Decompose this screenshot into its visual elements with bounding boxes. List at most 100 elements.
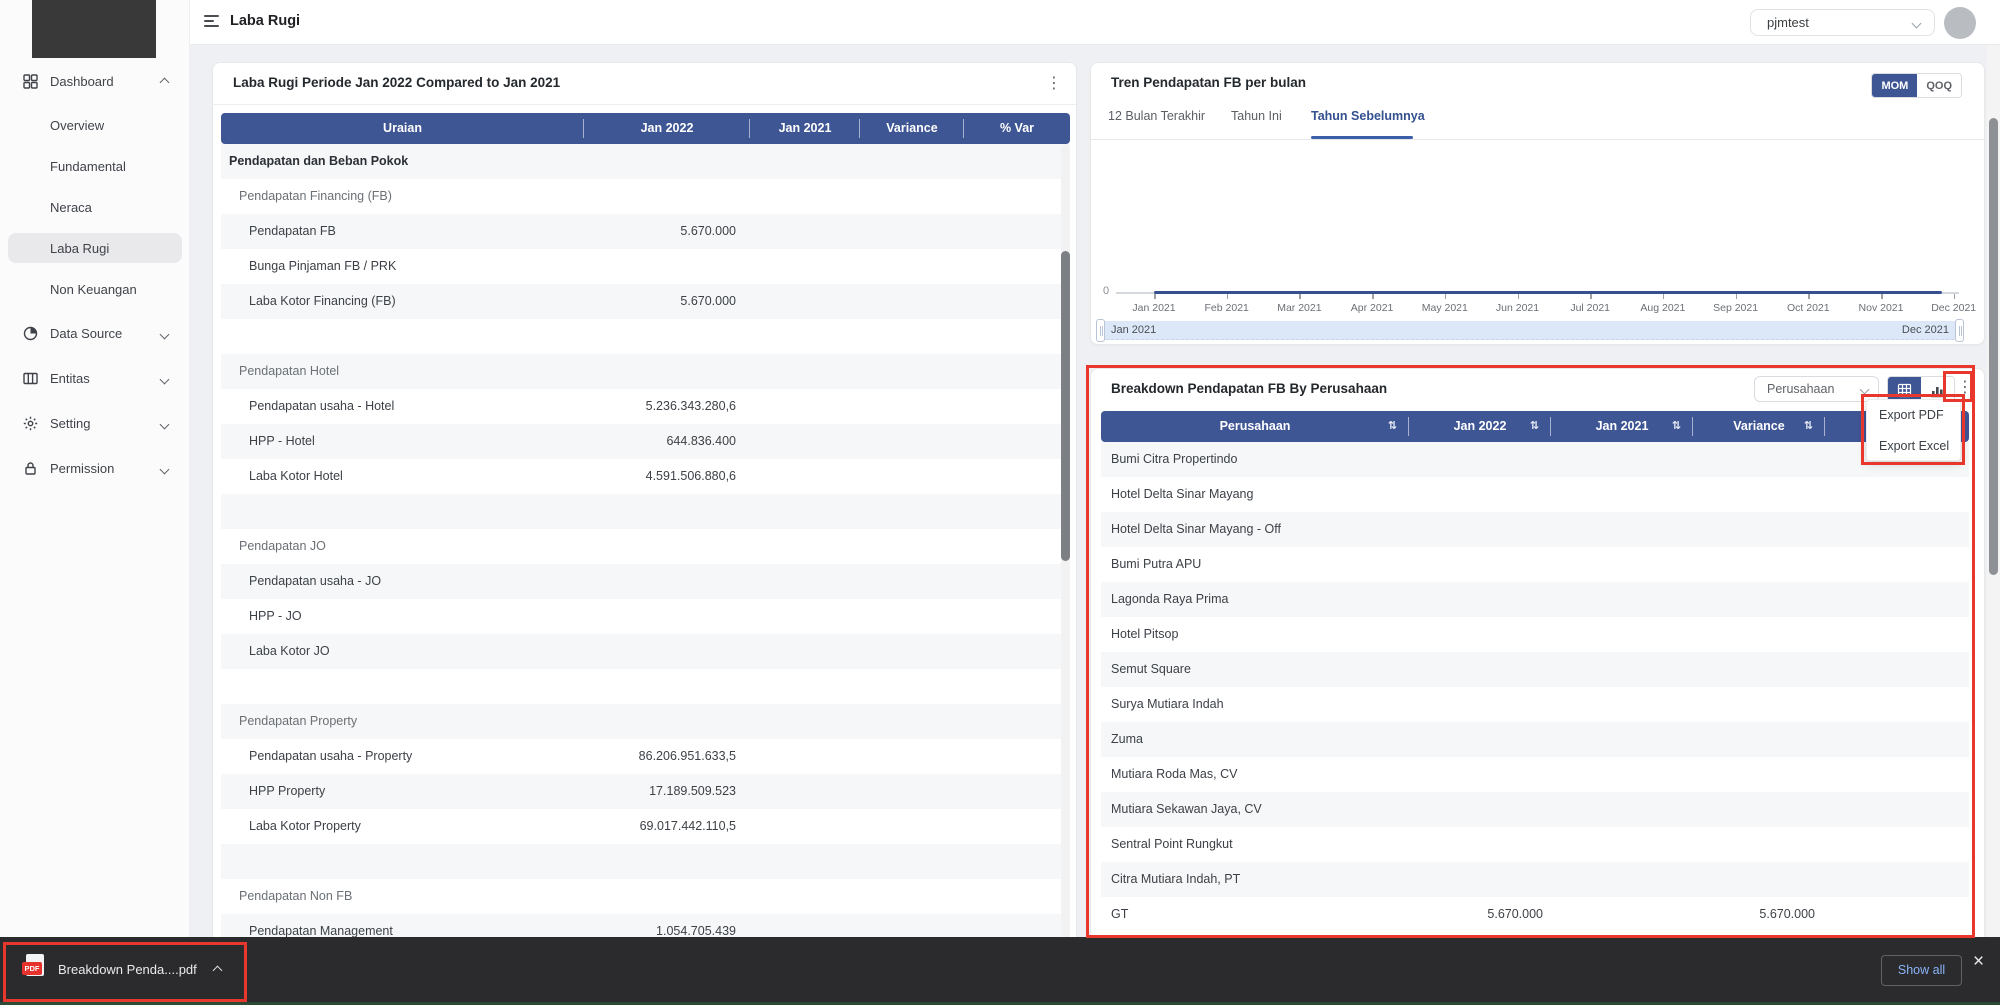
bar-chart-icon [1930, 383, 1945, 398]
column-header-uraian: Uraian [221, 113, 584, 144]
gear-icon [22, 415, 39, 432]
export-excel-item[interactable]: Export Excel [1867, 431, 1962, 462]
chevron-down-icon [1860, 385, 1870, 395]
chevron-up-icon[interactable] [213, 966, 223, 976]
sort-icon[interactable]: ⇅ [1804, 411, 1813, 442]
breakdown-row: Bumi Citra Propertindo [1101, 442, 1969, 477]
axis-tick [1154, 294, 1156, 299]
sort-icon[interactable]: ⇅ [1672, 411, 1681, 442]
sort-icon[interactable]: ⇅ [1530, 411, 1539, 442]
sidebar-item-data-source[interactable]: Data Source [8, 320, 182, 348]
x-axis-label: May 2021 [1410, 302, 1480, 314]
table-scrollbar-thumb[interactable] [1061, 251, 1070, 561]
company-name: Surya Mutiara Indah [1111, 697, 1224, 711]
breakdown-row: Lagonda Raya Prima [1101, 582, 1969, 617]
close-icon[interactable]: × [1973, 951, 1984, 973]
breakdown-kebab-icon[interactable]: ⋮ [1957, 380, 1973, 396]
breakdown-row: Sentral Point Rungkut [1101, 827, 1969, 862]
sidebar-item-setting[interactable]: Setting [8, 410, 182, 438]
sidebar-item-neraca[interactable]: Neraca [8, 192, 182, 222]
column-header-jan-2022[interactable]: Jan 2022 ⇅ [1409, 411, 1551, 442]
chevron-down-icon [1912, 19, 1922, 29]
sidebar-item-permission[interactable]: Permission [8, 455, 182, 483]
x-axis-label: Oct 2021 [1773, 302, 1843, 314]
table-row-empty [221, 494, 1070, 529]
sidebar-item-dashboard[interactable]: Dashboard [8, 68, 182, 96]
x-axis-label: Aug 2021 [1628, 302, 1698, 314]
row-label: Laba Kotor Property [249, 819, 361, 833]
show-all-button[interactable]: Show all [1881, 955, 1962, 986]
tab-12-bulan-terakhir[interactable]: 12 Bulan Terakhir [1108, 109, 1205, 123]
column-header-variance[interactable]: Variance⇅ [1693, 411, 1825, 442]
jan-2022-value: 17.189.509.523 [584, 784, 750, 798]
table-row: Laba Kotor Hotel4.591.506.880,6 [221, 459, 1070, 494]
kebab-menu-icon[interactable]: ⋮ [1046, 76, 1062, 92]
row-label: Pendapatan Property [239, 714, 357, 728]
table-row: Pendapatan JO [221, 529, 1070, 564]
table-row: HPP Property17.189.509.523 [221, 774, 1070, 809]
tab-tahun-sebelumnya[interactable]: Tahun Sebelumnya [1311, 109, 1425, 123]
column-header-perusahaan[interactable]: Perusahaan ⇅ [1101, 411, 1409, 442]
brush-handle-right[interactable] [1955, 319, 1964, 342]
breakdown-row: Zuma [1101, 722, 1969, 757]
chart-range-brush[interactable]: Jan 2021 Dec 2021 [1101, 321, 1959, 340]
table-row: Pendapatan Hotel [221, 354, 1070, 389]
tab-tahun-ini[interactable]: Tahun Ini [1231, 109, 1282, 123]
sort-icon[interactable]: ⇅ [1388, 411, 1397, 442]
avatar[interactable] [1944, 7, 1976, 39]
breakdown-row: Bumi Putra APU [1101, 547, 1969, 582]
sidebar-item-laba-rugi[interactable]: Laba Rugi [8, 233, 182, 263]
company-name: Citra Mutiara Indah, PT [1111, 872, 1240, 886]
row-label: HPP - JO [249, 609, 302, 623]
sidebar-item-label: Data Source [50, 326, 122, 341]
table-row: Pendapatan usaha - Hotel5.236.343.280,6 [221, 389, 1070, 424]
table-row: Laba Kotor Property69.017.442.110,5 [221, 809, 1070, 844]
downloaded-file-chip[interactable]: Breakdown Penda....pdf [58, 962, 197, 977]
jan-2022-value: 86.206.951.633,5 [584, 749, 750, 763]
jan-2022-value: 4.591.506.880,6 [584, 469, 750, 483]
laba-rugi-card-header: Laba Rugi Periode Jan 2022 Compared to J… [213, 63, 1076, 105]
row-label: Pendapatan Hotel [239, 364, 339, 378]
x-axis-label: Dec 2021 [1919, 302, 1989, 314]
export-pdf-item[interactable]: Export PDF [1867, 400, 1962, 431]
sidebar-item-non-keuangan[interactable]: Non Keuangan [8, 274, 182, 304]
sidebar-item-fundamental[interactable]: Fundamental [8, 151, 182, 181]
topbar: Laba Rugi pjmtest [190, 0, 2000, 45]
column-header-label: Jan 2022 [1454, 419, 1507, 433]
table-icon [1897, 383, 1912, 398]
column-header-jan-2022: Jan 2022 [584, 113, 750, 144]
company-name: Hotel Delta Sinar Mayang - Off [1111, 522, 1281, 536]
column-header-jan-2021: Jan 2021 [750, 113, 860, 144]
row-label: Pendapatan usaha - Hotel [249, 399, 394, 413]
page-scrollbar-thumb[interactable] [1989, 118, 1998, 575]
row-label: Laba Kotor JO [249, 644, 330, 658]
jan-2022-value: 5.670.000 [1409, 907, 1551, 921]
row-label: Pendapatan Non FB [239, 889, 352, 903]
mom-button[interactable]: MOM [1872, 74, 1917, 98]
sidebar-item-label: Non Keuangan [50, 282, 137, 297]
sidebar-item-entitas[interactable]: Entitas [8, 365, 182, 393]
x-axis-label: Apr 2021 [1337, 302, 1407, 314]
row-label: Pendapatan FB [249, 224, 336, 238]
company-name: Zuma [1111, 732, 1143, 746]
brush-handle-left[interactable] [1096, 319, 1105, 342]
column-header-label: Perusahaan [1220, 419, 1291, 433]
column-header-label: % Var [1000, 121, 1034, 135]
qoq-button[interactable]: QOQ [1917, 74, 1961, 98]
breakdown-filter-select[interactable]: Perusahaan [1754, 376, 1879, 402]
menu-toggle-icon[interactable] [204, 15, 219, 29]
column-header-label: Uraian [383, 121, 422, 135]
chevron-down-icon [160, 330, 170, 340]
breakdown-row: Mutiara Sekawan Jaya, CV [1101, 792, 1969, 827]
column-header-jan-2021[interactable]: Jan 2021 ⇅ [1551, 411, 1693, 442]
sidebar-item-overview[interactable]: Overview [8, 110, 182, 140]
column-header-label: Jan 2021 [779, 121, 832, 135]
breakdown-row: Citra Mutiara Indah, PT [1101, 862, 1969, 897]
mom-qoq-toggle: MOM QOQ [1871, 73, 1962, 98]
column-header-label: Jan 2021 [1596, 419, 1649, 433]
pdf-file-icon: PDF [22, 954, 46, 982]
breakdown-card: Breakdown Pendapatan FB By Perusahaan Pe… [1090, 368, 1985, 945]
sidebar-item-label: Entitas [50, 371, 90, 386]
trend-chart-card: Tren Pendapatan FB per bulan MOM QOQ 12 … [1090, 62, 1985, 345]
user-select[interactable]: pjmtest [1750, 9, 1935, 36]
